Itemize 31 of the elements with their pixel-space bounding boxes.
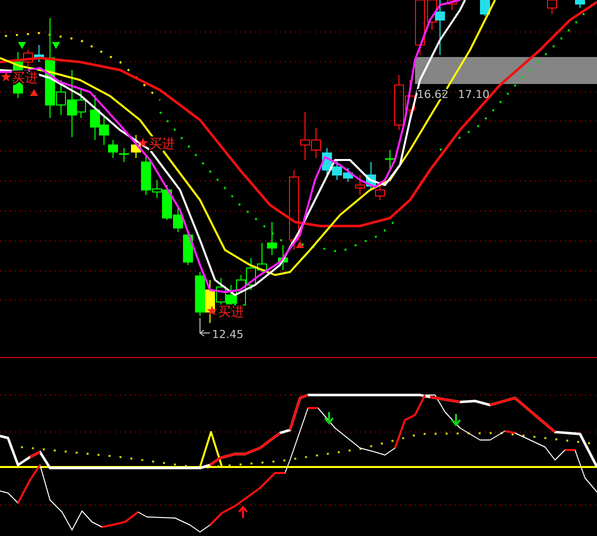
candlestick — [195, 272, 205, 316]
up-triangle-icon — [30, 89, 38, 96]
star-icon — [138, 138, 148, 148]
candlestick — [415, 0, 425, 56]
candlestick — [332, 160, 342, 180]
candlestick — [343, 168, 353, 182]
candlestick — [385, 150, 395, 170]
candlestick — [257, 242, 267, 272]
star-icon — [0, 72, 12, 82]
price-label: 17.10 — [458, 88, 490, 101]
spike-line — [199, 431, 223, 468]
candlestick — [547, 0, 557, 14]
candlestick — [575, 0, 585, 8]
up-arrow-icon — [238, 505, 248, 518]
down-triangle-icon — [18, 42, 26, 49]
candlestick — [355, 174, 365, 196]
candlestick — [246, 258, 256, 290]
price-label: 12.45 — [212, 328, 244, 341]
candlestick — [447, 0, 457, 10]
candlestick — [480, 0, 490, 16]
star-icon — [206, 306, 218, 316]
down-triangle-icon — [52, 42, 60, 49]
leader-line — [199, 318, 210, 336]
candlestick — [119, 148, 129, 162]
candlestick — [322, 148, 332, 176]
buy-label: 买进 — [218, 305, 244, 320]
down-arrow-icon — [324, 412, 334, 425]
candlestick — [267, 222, 277, 256]
candlestick — [394, 74, 404, 130]
up-triangle-icon — [296, 241, 304, 248]
down-arrow-icon — [451, 414, 461, 427]
